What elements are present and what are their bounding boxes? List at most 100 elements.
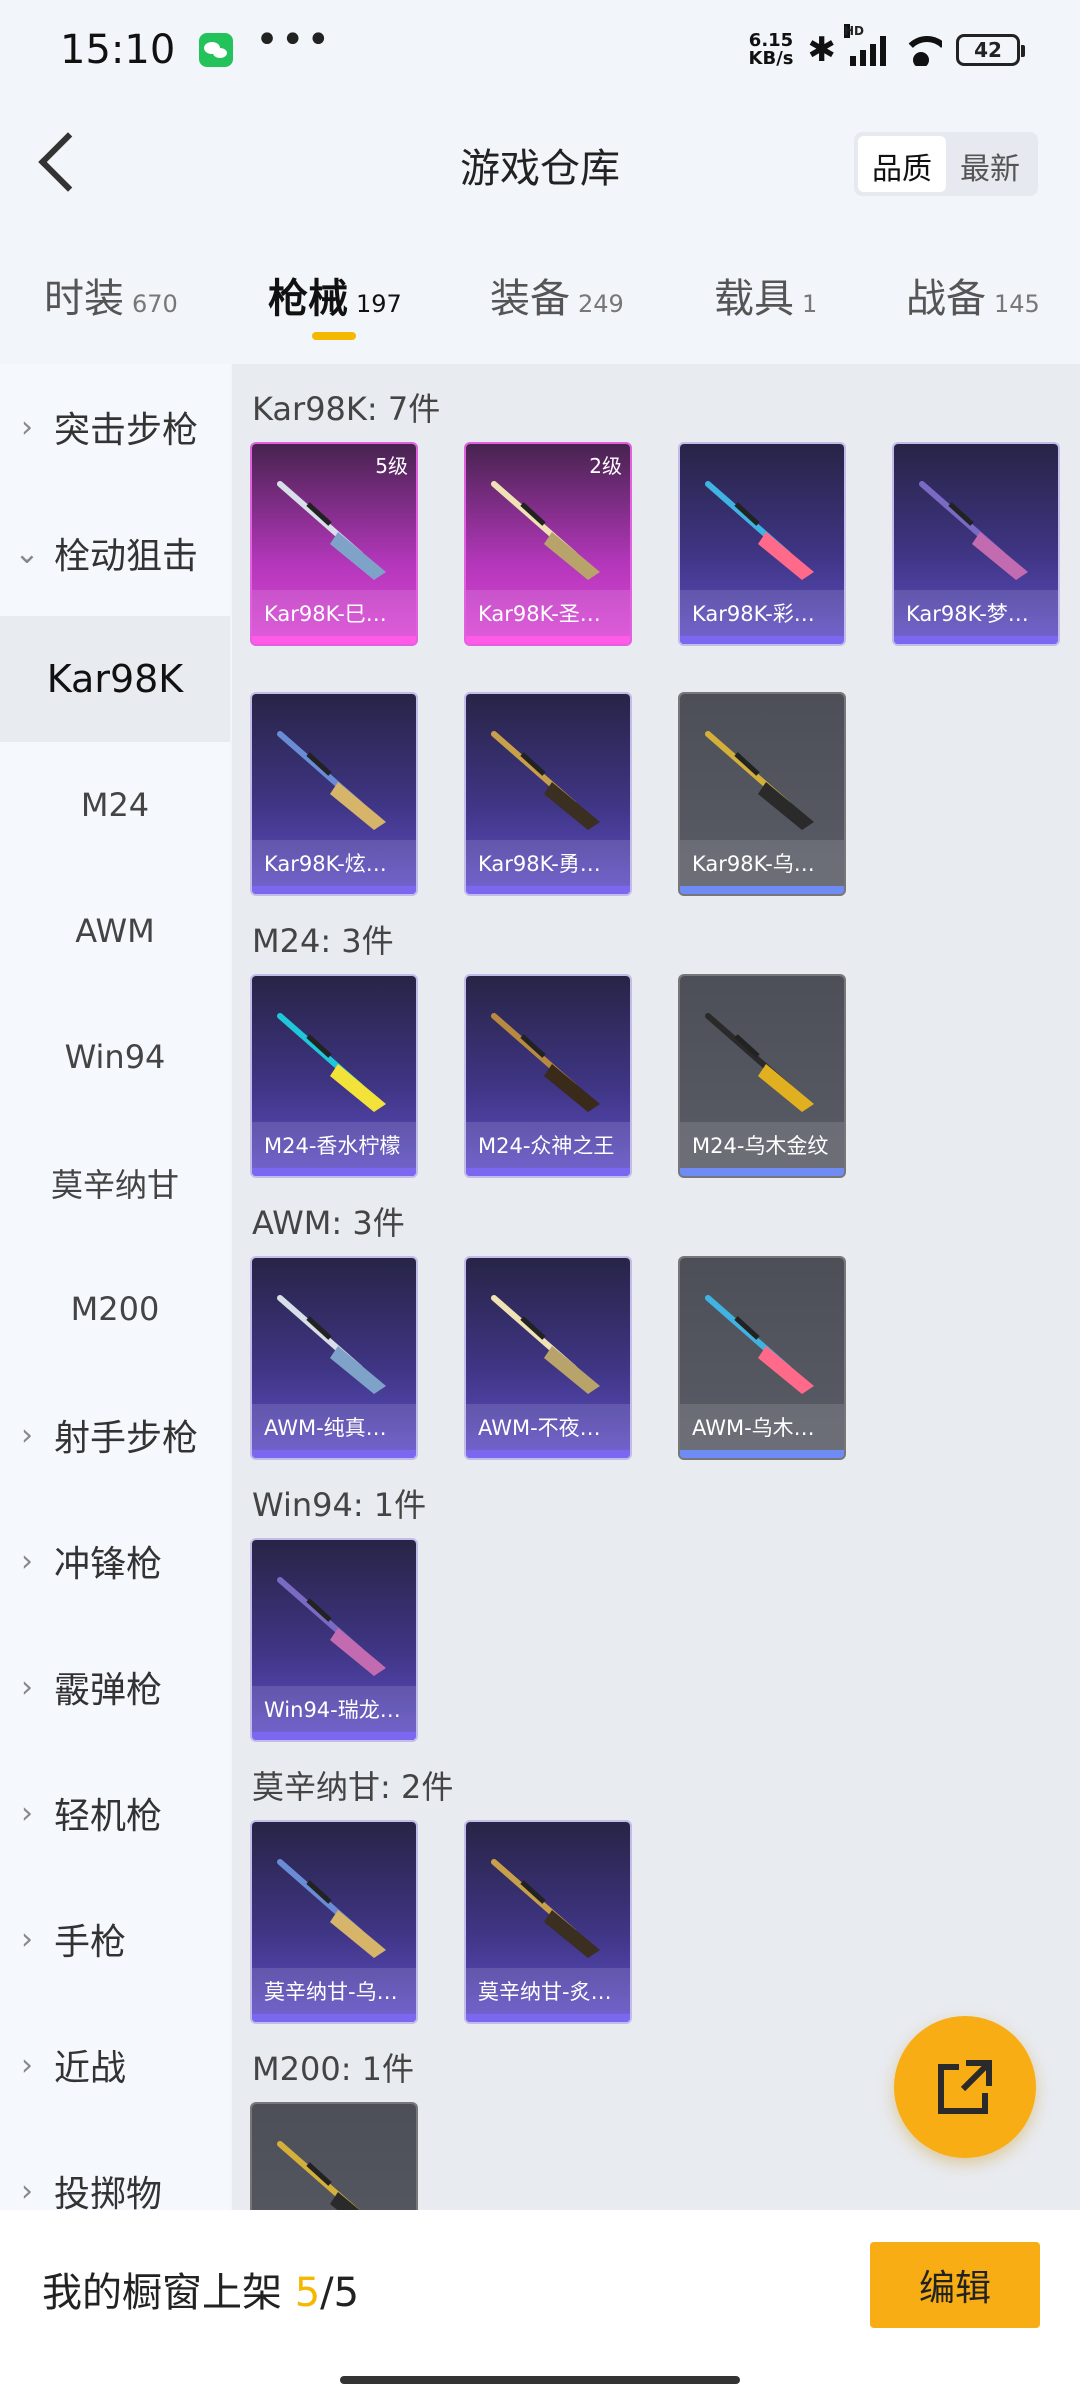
group-title: Kar98K: 7件 — [252, 390, 441, 428]
skin-name: M24-香水柠檬 — [252, 1122, 416, 1168]
skin-card[interactable]: 莫辛纳甘-炙… — [466, 1822, 630, 2022]
showcase-status: 我的橱窗上架 5/5 — [42, 2260, 359, 2318]
skin-name: AWM-乌木… — [680, 1404, 844, 1450]
sidebar-item[interactable]: › 冲锋枪 — [0, 1498, 230, 1624]
rifle-icon — [277, 1013, 386, 1112]
sidebar-item[interactable]: Win94 — [0, 994, 230, 1120]
skin-card[interactable]: M24-众神之王 — [466, 976, 630, 1176]
rarity-bar — [466, 2014, 630, 2022]
rifle-icon — [491, 731, 600, 830]
chevron-right-icon: › — [21, 2173, 33, 2209]
sidebar-item[interactable]: › 轻机枪 — [0, 1750, 230, 1876]
wifi-icon — [900, 34, 942, 66]
group-title: 莫辛纳甘: 2件 — [252, 1768, 454, 1806]
sidebar-item-label: 近战 — [54, 2048, 127, 2089]
sort-quality-button[interactable]: 品质 — [858, 136, 946, 192]
skin-card[interactable]: Win94-瑞龙… — [252, 1540, 416, 1740]
sidebar-item[interactable]: › 近战 — [0, 2002, 230, 2128]
sidebar-item[interactable]: Kar98K — [0, 616, 230, 742]
skin-name: AWM-不夜… — [466, 1404, 630, 1450]
skin-card[interactable]: Kar98K-彩… — [680, 444, 844, 644]
rarity-bar — [252, 886, 416, 894]
chevron-right-icon: › — [21, 1669, 33, 1705]
rifle-icon — [277, 2141, 360, 2210]
sidebar-item[interactable]: › 射手步枪 — [0, 1372, 230, 1498]
skin-name: Kar98K-勇… — [466, 840, 630, 886]
skin-card[interactable]: 5级 Kar98K-巳… — [252, 444, 416, 644]
tab-label: 装备 — [490, 276, 570, 322]
sidebar-item[interactable]: › 突击步枪 — [0, 364, 230, 490]
title-bar: 游戏仓库 品质 最新 — [0, 100, 1080, 230]
skin-card[interactable]: Kar98K-梦… — [894, 444, 1058, 644]
rifle-icon — [705, 1295, 814, 1394]
bottom-bar: 我的橱窗上架 5/5 编辑 — [0, 2210, 1080, 2400]
edit-button[interactable]: 编辑 — [870, 2242, 1040, 2328]
skin-name: Kar98K-圣… — [466, 590, 630, 636]
sidebar-item[interactable]: AWM — [0, 868, 230, 994]
net-speed-unit: KB/s — [748, 48, 794, 69]
sidebar-item-label: AWM — [75, 912, 155, 950]
sort-toggle: 品质 最新 — [854, 132, 1038, 196]
sidebar-item-label: 手枪 — [54, 1922, 127, 1963]
sidebar-item[interactable]: M200 — [0, 1246, 230, 1372]
rifle-icon — [491, 1859, 600, 1958]
skin-card[interactable]: AWM-乌木… — [680, 1258, 844, 1458]
tab-label: 载具 — [714, 276, 794, 322]
skin-name: Kar98K-炫… — [252, 840, 416, 886]
home-indicator[interactable] — [340, 2376, 740, 2384]
skin-card[interactable]: AWM-不夜… — [466, 1258, 630, 1458]
skin-card[interactable]: 2级 Kar98K-圣… — [466, 444, 630, 644]
skin-card[interactable] — [252, 2104, 416, 2210]
rifle-icon — [277, 731, 386, 830]
tab-equipment[interactable]: 装备 249 — [490, 266, 624, 324]
sidebar-item[interactable]: M24 — [0, 742, 230, 868]
rifle-icon — [491, 1013, 600, 1112]
rarity-bar — [252, 2014, 416, 2022]
rifle-icon — [277, 481, 386, 580]
sidebar: › 突击步枪 ⌄ 栓动狙击 Kar98K M24 AWM Win94 莫辛纳甘 M200 › 射手步枪… — [0, 364, 230, 2215]
rifle-icon — [491, 481, 600, 580]
skin-name: M24-乌木金纹 — [680, 1122, 844, 1168]
rarity-bar — [680, 1168, 844, 1176]
tab-count: 197 — [356, 290, 402, 318]
tab-guns[interactable]: 枪械 197 — [268, 266, 402, 324]
skin-card[interactable]: M24-乌木金纹 — [680, 976, 844, 1176]
rarity-bar — [252, 1732, 416, 1740]
rifle-icon — [919, 481, 1028, 580]
skin-card[interactable]: Kar98K-炫… — [252, 694, 416, 894]
tab-supplies[interactable]: 战备 145 — [906, 266, 1040, 324]
tab-count: 670 — [132, 290, 178, 318]
skin-name: AWM-纯真… — [252, 1404, 416, 1450]
sidebar-item-label: 轻机枪 — [54, 1796, 163, 1837]
group-title: AWM: 3件 — [252, 1204, 405, 1242]
rarity-bar — [680, 1450, 844, 1458]
showcase-label: 我的橱窗上架 — [42, 2270, 282, 2316]
chevron-right-icon: › — [21, 1543, 33, 1579]
sidebar-item[interactable]: › 手枪 — [0, 1876, 230, 2002]
sidebar-item[interactable]: › 霰弹枪 — [0, 1624, 230, 1750]
sidebar-item[interactable]: ⌄ 栓动狙击 — [0, 490, 230, 616]
chevron-right-icon: › — [21, 1417, 33, 1453]
rarity-bar — [466, 1168, 630, 1176]
skin-card[interactable]: Kar98K-乌… — [680, 694, 844, 894]
sort-newest-button[interactable]: 最新 — [946, 136, 1034, 192]
tab-fashion[interactable]: 时装 670 — [44, 266, 178, 324]
status-time: 15:10 — [60, 27, 176, 73]
sidebar-item-label: 霰弹枪 — [54, 1670, 163, 1711]
showcase-total: /5 — [320, 2270, 360, 2316]
skin-card[interactable]: M24-香水柠檬 — [252, 976, 416, 1176]
skin-name: Kar98K-梦… — [894, 590, 1058, 636]
rifle-icon — [705, 731, 814, 830]
skin-card[interactable]: 莫辛纳甘-乌… — [252, 1822, 416, 2022]
sidebar-item-label: M24 — [80, 786, 150, 824]
tab-vehicles[interactable]: 载具 1 — [714, 266, 817, 324]
skin-name: 莫辛纳甘-乌… — [252, 1968, 416, 2014]
rifle-icon — [277, 1577, 386, 1676]
sidebar-item[interactable]: 莫辛纳甘 — [0, 1120, 230, 1246]
battery-icon: 42 — [956, 34, 1025, 66]
skin-card[interactable]: AWM-纯真… — [252, 1258, 416, 1458]
skin-card[interactable]: Kar98K-勇… — [466, 694, 630, 894]
skin-name: Kar98K-巳… — [252, 590, 416, 636]
tab-count: 1 — [802, 290, 818, 318]
share-button[interactable] — [894, 2016, 1036, 2158]
